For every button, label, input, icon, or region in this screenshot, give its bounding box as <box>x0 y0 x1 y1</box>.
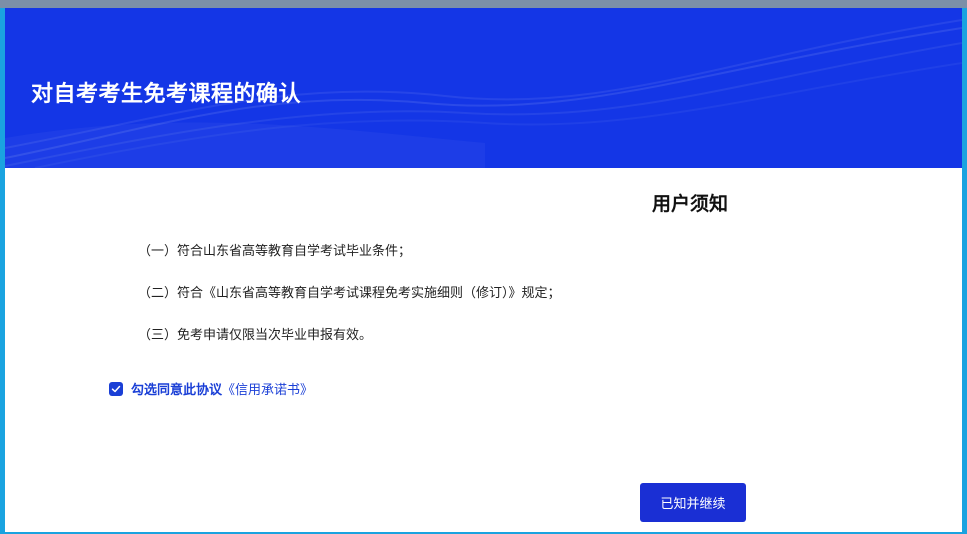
continue-button[interactable]: 已知并继续 <box>640 483 746 522</box>
credit-commitment-link[interactable]: 《信用承诺书》 <box>222 379 313 398</box>
notice-heading: 用户须知 <box>652 193 729 215</box>
notice-terms-list: （一）符合山东省高等教育自学考试毕业条件； （二）符合《山东省高等教育自学考试课… <box>138 243 561 369</box>
page-title: 对自考考生免考课程的确认 <box>31 82 302 107</box>
notice-term-item: （二）符合《山东省高等教育自学考试课程免考实施细则（修订）》规定； <box>138 286 561 301</box>
agreement-checkbox[interactable] <box>109 381 123 396</box>
notice-term-item: （一）符合山东省高等教育自学考试毕业条件； <box>138 244 412 259</box>
page-frame: 对自考考生免考课程的确认 用户须知 （一）符合山东省高等教育自学考试毕业条件； … <box>5 8 962 532</box>
window-top-strip <box>0 0 967 8</box>
agreement-label[interactable]: 勾选同意此协议 <box>131 379 222 398</box>
agreement-row: 勾选同意此协议 《信用承诺书》 <box>109 379 313 398</box>
notice-term-item: （三）免考申请仅限当次毕业申报有效。 <box>138 328 373 343</box>
header-banner: 对自考考生免考课程的确认 <box>5 8 962 168</box>
checkmark-icon <box>111 385 121 392</box>
